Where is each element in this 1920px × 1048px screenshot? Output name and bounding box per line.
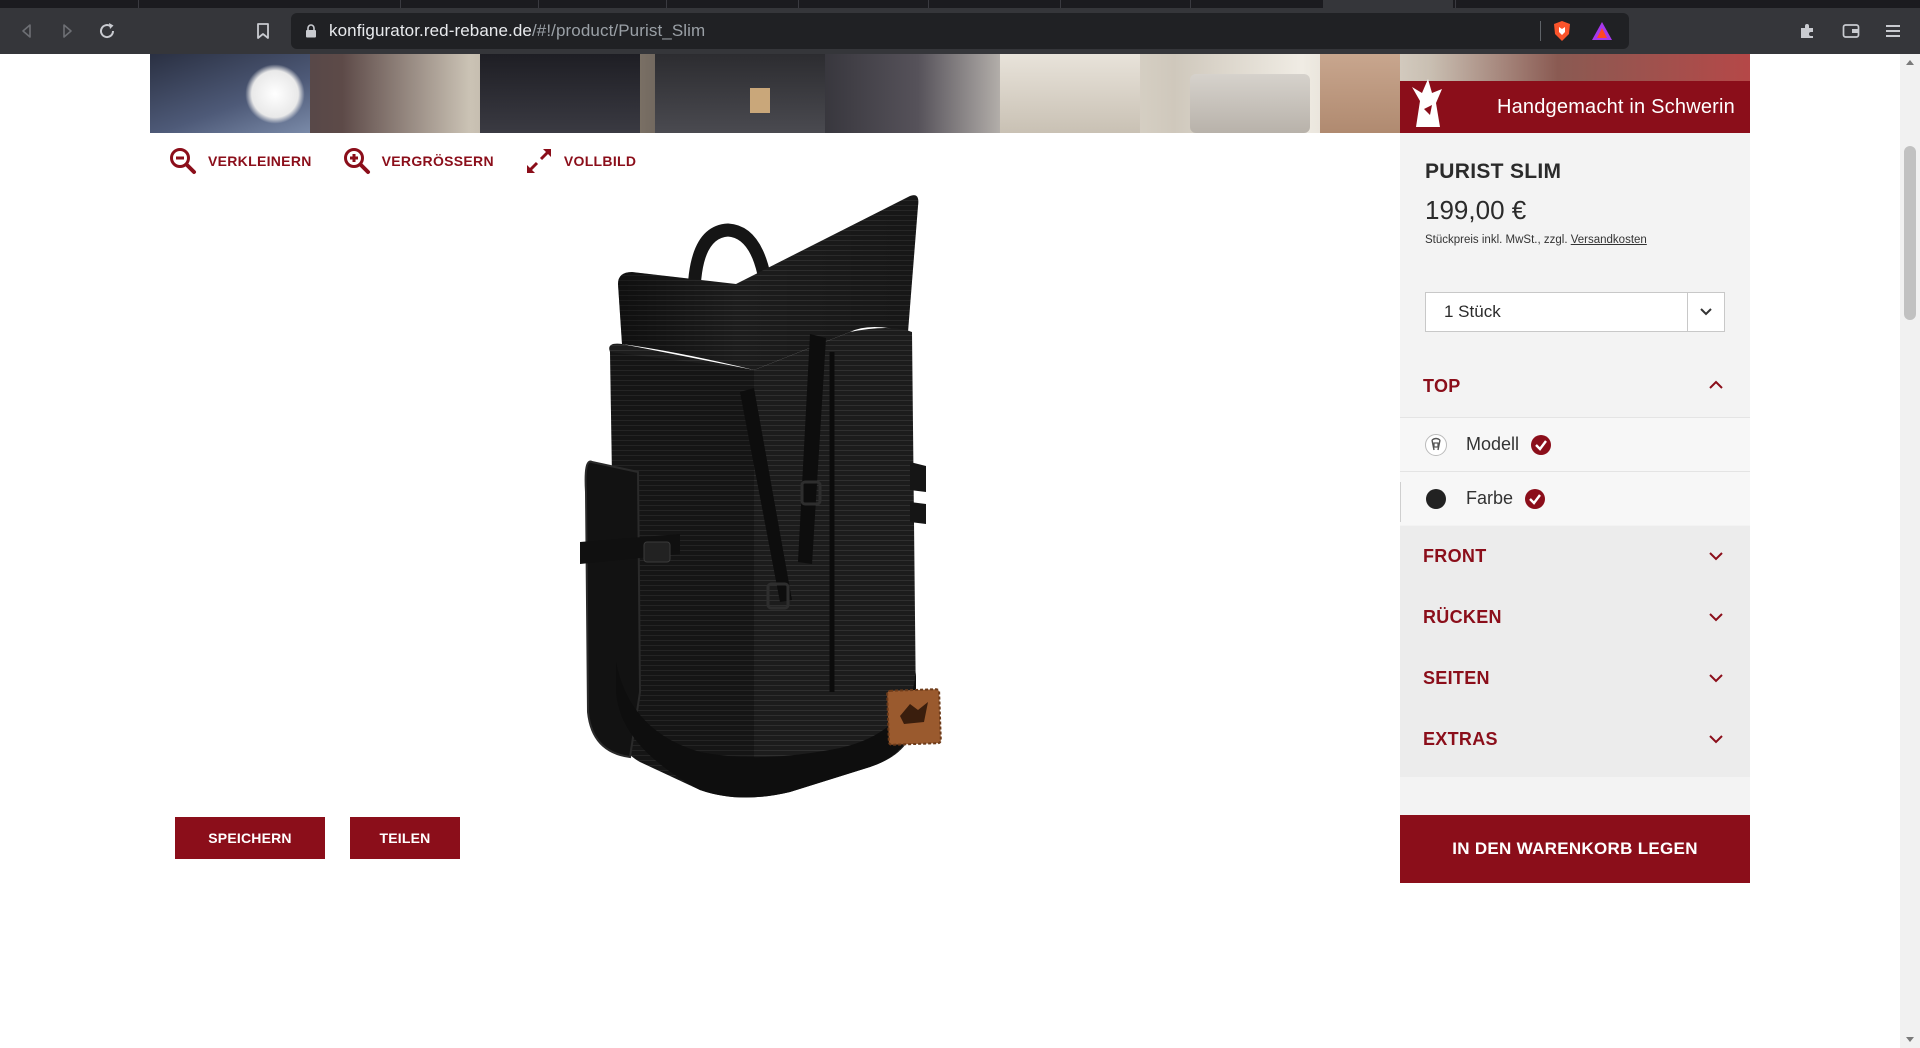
tab-separator xyxy=(138,0,139,8)
add-to-cart-button[interactable]: IN DEN WARENKORB LEGEN xyxy=(1400,815,1750,883)
active-tab[interactable] xyxy=(1323,0,1453,8)
browser-toolbar: konfigurator.red-rebane.de/#!/product/Pu… xyxy=(0,8,1920,54)
design-actions: SPEICHERN TEILEN xyxy=(175,817,485,859)
address-bar[interactable]: konfigurator.red-rebane.de/#!/product/Pu… xyxy=(291,13,1629,49)
scroll-up-arrow-icon[interactable] xyxy=(1906,60,1914,65)
section-ruecken-header[interactable]: RÜCKEN xyxy=(1400,587,1750,648)
checkmark-icon xyxy=(1525,488,1546,509)
section-title: RÜCKEN xyxy=(1423,607,1502,627)
banner-photo-segment xyxy=(750,88,770,113)
configurator-panel: PURIST SLIM 199,00 € Stückpreis inkl. Mw… xyxy=(1400,133,1750,883)
fullscreen-button[interactable]: VOLLBILD xyxy=(524,146,636,176)
section-title: EXTRAS xyxy=(1423,729,1498,749)
tab-separator xyxy=(400,0,401,8)
quantity-value: 1 Stück xyxy=(1444,302,1501,321)
fullscreen-icon xyxy=(524,146,554,176)
tab-separator xyxy=(798,0,799,8)
viewer-toolbar: VERKLEINERN VERGRÖSSERN VOLLBILD xyxy=(168,146,666,176)
chevron-down-icon xyxy=(1708,731,1724,749)
zoom-in-button[interactable]: VERGRÖSSERN xyxy=(342,146,494,176)
brave-shield-icon[interactable] xyxy=(1551,20,1573,47)
option-label: Modell xyxy=(1466,434,1520,454)
save-button[interactable]: SPEICHERN xyxy=(175,817,325,859)
chevron-down-icon xyxy=(1708,670,1724,688)
scrollbar-thumb[interactable] xyxy=(1904,146,1916,320)
section-title: TOP xyxy=(1423,375,1461,396)
share-button[interactable]: TEILEN xyxy=(350,817,460,859)
chevron-down-icon xyxy=(1708,609,1724,627)
zoom-in-icon xyxy=(342,146,372,176)
wallet-icon[interactable] xyxy=(1836,16,1866,46)
fox-logo-icon xyxy=(1412,79,1442,127)
model-icon xyxy=(1424,433,1448,457)
tab-separator xyxy=(1455,0,1456,8)
banner-photo-segment xyxy=(655,54,825,133)
section-top-header[interactable]: TOP xyxy=(1400,355,1750,417)
back-icon[interactable] xyxy=(12,16,42,46)
product-price: 199,00 € xyxy=(1425,195,1527,225)
checkmark-icon xyxy=(1531,434,1552,455)
banner-photo-segment xyxy=(480,54,640,133)
option-label: Farbe xyxy=(1466,488,1514,508)
banner-photo-segment xyxy=(1190,74,1310,133)
brand-badge: Handgemacht in Schwerin xyxy=(1400,79,1750,133)
omnibox-divider xyxy=(1540,21,1541,41)
banner-photo-segment xyxy=(1000,54,1140,133)
tab-separator xyxy=(1190,0,1191,8)
reload-icon[interactable] xyxy=(92,16,122,46)
banner-lamp-shape xyxy=(245,64,305,124)
section-front-header[interactable]: FRONT xyxy=(1400,526,1750,587)
color-swatch-icon xyxy=(1424,487,1448,511)
banner-photo-segment xyxy=(1320,54,1400,133)
leather-patch xyxy=(886,688,942,746)
tab-separator xyxy=(1060,0,1061,8)
browser-tabstrip xyxy=(0,0,1920,8)
chevron-down-icon xyxy=(1687,293,1724,331)
product-3d-viewer[interactable] xyxy=(540,192,980,812)
price-note: Stückpreis inkl. MwSt., zzgl. Versandkos… xyxy=(1425,234,1647,246)
header-banner: Handgemacht in Schwerin xyxy=(150,54,1750,133)
forward-icon[interactable] xyxy=(52,16,82,46)
lock-icon xyxy=(305,24,317,38)
zoom-in-label: VERGRÖSSERN xyxy=(381,153,494,169)
tab-separator xyxy=(666,0,667,8)
price-note-text: Stückpreis inkl. MwSt., zzgl. xyxy=(1425,234,1568,246)
brand-tagline: Handgemacht in Schwerin xyxy=(1496,95,1735,118)
option-modell[interactable]: Modell xyxy=(1400,417,1750,471)
section-extras-header[interactable]: EXTRAS xyxy=(1400,709,1750,770)
scroll-down-arrow-icon[interactable] xyxy=(1906,1037,1914,1042)
fullscreen-label: VOLLBILD xyxy=(563,153,637,169)
tab-separator xyxy=(538,0,539,8)
collapsed-sections: FRONT RÜCKEN SEITEN EXTRAS xyxy=(1400,526,1750,777)
zoom-out-button[interactable]: VERKLEINERN xyxy=(168,146,312,176)
chevron-down-icon xyxy=(1708,548,1724,566)
section-seiten-header[interactable]: SEITEN xyxy=(1400,648,1750,709)
url-path: /#!/product/Purist_Slim xyxy=(531,21,706,40)
bookmark-icon[interactable] xyxy=(248,16,278,46)
page-scrollbar[interactable] xyxy=(1900,54,1920,1048)
section-title: SEITEN xyxy=(1423,668,1490,688)
quantity-select[interactable]: 1 Stück xyxy=(1425,292,1725,332)
extensions-icon[interactable] xyxy=(1792,16,1822,46)
tab-separator xyxy=(928,0,929,8)
option-farbe[interactable]: Farbe xyxy=(1400,471,1750,525)
zoom-out-label: VERKLEINERN xyxy=(208,153,312,169)
backpack-image xyxy=(580,195,942,798)
url-host: konfigurator.red-rebane.de xyxy=(329,21,532,40)
menu-icon[interactable] xyxy=(1878,16,1908,46)
brave-rewards-icon[interactable] xyxy=(1591,21,1613,46)
section-title: FRONT xyxy=(1423,546,1487,566)
url-text: konfigurator.red-rebane.de/#!/product/Pu… xyxy=(329,21,705,41)
shipping-costs-link[interactable]: Versandkosten xyxy=(1571,234,1647,246)
zoom-out-icon xyxy=(168,146,198,176)
product-title: PURIST SLIM xyxy=(1425,160,1562,183)
chevron-up-icon xyxy=(1708,377,1724,395)
section-top: TOP Modell Farbe xyxy=(1400,355,1750,525)
